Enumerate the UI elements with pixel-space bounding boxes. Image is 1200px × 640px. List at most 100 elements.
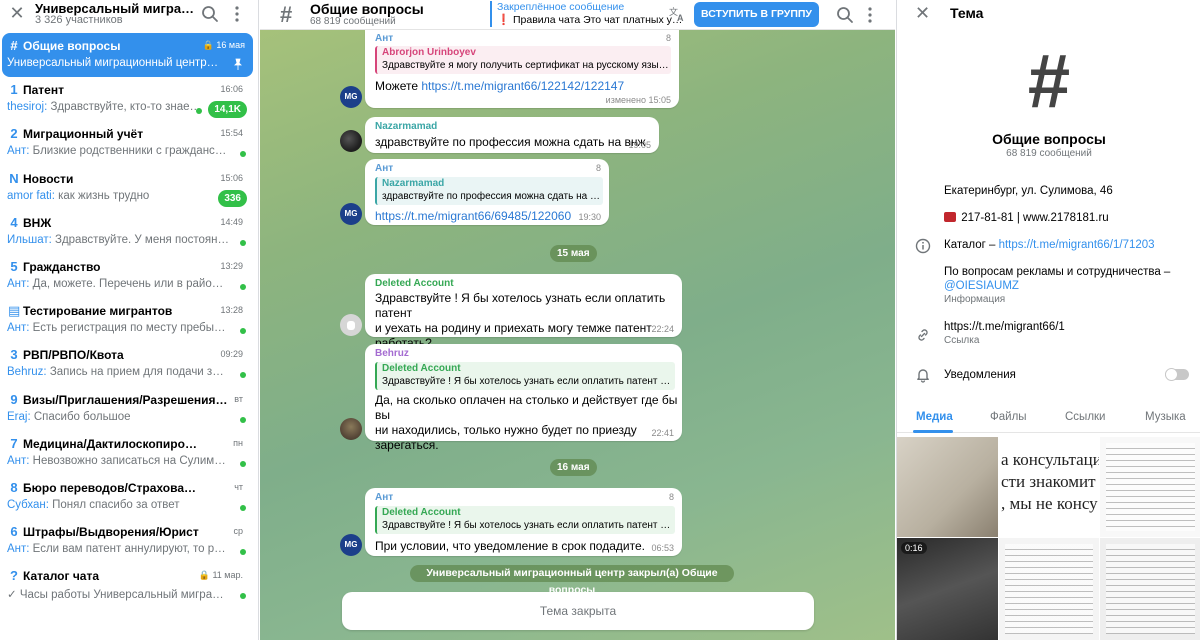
topic-name: Штрафы/Выдворения/Юрист — [23, 525, 199, 540]
document-preview — [1005, 544, 1093, 634]
topic-time: 09:29 — [220, 349, 243, 360]
catalog-link[interactable]: https://t.me/migrant66/1/71203 — [999, 239, 1155, 251]
topic-last-message: Ильшат: Здравствуйте. У меня постоянный… — [7, 234, 229, 246]
topics-sidebar: ✕ Универсальный миграционный центр 3 326… — [0, 0, 259, 640]
media-grid: а консультаци сти знакомит , мы не консу… — [897, 437, 1200, 640]
message-line: и уехать на родину и приехать могу темже… — [375, 321, 652, 335]
message-line: ни находились, только нужно будет по при… — [375, 423, 637, 452]
chat-area: # Общие вопросы 68 819 сообщений Закрепл… — [260, 0, 895, 640]
topic-last-message: amor fati: как жизнь трудно — [7, 190, 202, 202]
media-caption: а консультаци — [1001, 450, 1099, 469]
topic-last-text: Часы работы Универсальный миграцио… — [16, 589, 229, 602]
message-bubble[interactable]: Ант 8 Nazarmamad здравствуйте по професс… — [365, 159, 609, 225]
avatar[interactable]: MG — [340, 203, 362, 225]
search-icon[interactable] — [200, 4, 220, 24]
message-bubble[interactable]: Nazarmamad здравствуйте по профессия мож… — [365, 117, 659, 153]
tab-music[interactable]: Музыка — [1145, 411, 1186, 423]
unread-dot — [240, 239, 246, 246]
close-icon[interactable]: ✕ — [915, 4, 930, 22]
topic-item-patent[interactable]: 1 Патент 16:06 thesiroj: Здравствуйте, к… — [0, 77, 258, 121]
topic-last-text: Если вам патент аннулируют, то работ… — [29, 543, 229, 556]
info-icon — [915, 238, 931, 254]
topic-item-general[interactable]: # Общие вопросы 🔒 16 мая Универсальный м… — [2, 33, 253, 78]
topic-catalog: Каталог – https://t.me/migrant66/1/71203 — [944, 238, 1155, 252]
media-thumbnail[interactable] — [999, 538, 1099, 640]
message-sender[interactable]: Deleted Account — [375, 278, 454, 289]
topic-item-fines[interactable]: 6 Штрафы/Выдворения/Юрист ср Ант: Если в… — [0, 519, 258, 563]
topic-item-testing[interactable]: ▤ Тестирование мигрантов 13:28 Ант: Есть… — [0, 298, 258, 342]
topic-last-text: Да, можете. Перечень или в районном… — [29, 277, 229, 290]
topic-link[interactable]: https://t.me/migrant66/1 Ссылка — [944, 320, 1065, 348]
topic-name: Медицина/Дактилоскопирование — [23, 436, 203, 451]
chat-title[interactable]: Общие вопросы — [310, 1, 424, 17]
topic-name: РВП/РВПО/Квота — [23, 348, 124, 363]
media-thumbnail[interactable] — [897, 437, 998, 537]
topic-item-translations[interactable]: 8 Бюро переводов/Страхование чт Субхан: … — [0, 475, 258, 519]
topic-item-catalog[interactable]: ? Каталог чата 🔒 11 мар. ✓ Часы работы У… — [0, 563, 258, 607]
topic-item-visas[interactable]: 9 Визы/Приглашения/Разрешения на ра… вт … — [0, 387, 258, 431]
topic-closed-bar[interactable]: Тема закрыта — [342, 592, 814, 630]
topic-item-rvp[interactable]: 3 РВП/РВПО/Квота 09:29 Behruz: Запись на… — [0, 342, 258, 386]
reply-text: здравствуйте по профессия можна сдать на… — [382, 191, 603, 202]
more-vertical-icon[interactable] — [230, 4, 244, 24]
reply-quote[interactable]: Deleted Account Здравствуйте ! Я бы хоте… — [375, 362, 675, 390]
tab-media[interactable]: Медиа — [916, 411, 953, 423]
topic-info-panel: ✕ Тема # Общие вопросы 68 819 сообщений … — [896, 0, 1200, 640]
join-group-button[interactable]: ВСТУПИТЬ В ГРУППУ — [694, 2, 819, 27]
sidebar-header: ✕ Универсальный миграционный центр 3 326… — [0, 0, 258, 30]
svg-text:A: A — [677, 13, 684, 23]
tab-links[interactable]: Ссылки — [1065, 411, 1106, 423]
media-tabs: Медиа Файлы Ссылки Музыка — [897, 405, 1200, 433]
media-thumbnail[interactable]: а консультаци сти знакомит , мы не консу — [999, 437, 1099, 537]
message-sender[interactable]: Nazarmamad — [375, 121, 437, 132]
message-sender[interactable]: Ант — [375, 492, 393, 503]
avatar[interactable]: MG — [340, 86, 362, 108]
topic-number-icon: 9 — [10, 391, 18, 407]
unread-dot — [240, 372, 246, 379]
reply-quote[interactable]: Abrorjon Urinboyev Здравствуйте я могу п… — [375, 46, 671, 74]
topic-phone: 217-81-81 | www.2178181.ru — [944, 211, 1109, 225]
topic-item-residence-permit[interactable]: 4 ВНЖ 14:49 Ильшат: Здравствуйте. У меня… — [0, 210, 258, 254]
unread-dot — [240, 504, 246, 511]
reply-quote[interactable]: Nazarmamad здравствуйте по профессия мож… — [375, 177, 603, 205]
ads-link[interactable]: @OIESIAUMZ — [944, 280, 1019, 292]
tab-files[interactable]: Файлы — [990, 411, 1027, 423]
media-thumbnail[interactable] — [1100, 437, 1200, 537]
topic-item-medicine[interactable]: 7 Медицина/Дактилоскопирование пн Ант: Н… — [0, 431, 258, 475]
reply-text: Здравствуйте ! Я бы хотелось узнать если… — [382, 376, 675, 387]
message-link[interactable]: https://t.me/migrant66/122142/122147 — [421, 79, 624, 93]
search-icon[interactable] — [835, 5, 855, 25]
ads-text: По вопросам рекламы и сотрудничества – — [944, 266, 1171, 278]
message-bubble[interactable]: Ант 8 Deleted Account Здравствуйте ! Я б… — [365, 488, 682, 556]
reply-quote[interactable]: Deleted Account Здравствуйте ! Я бы хоте… — [375, 506, 675, 534]
deleted-account-avatar[interactable] — [340, 314, 362, 336]
topic-last-message: Универсальный миграционный центр зак… — [7, 57, 219, 69]
topic-number-icon: 7 — [10, 435, 18, 451]
message-link[interactable]: https://t.me/migrant66/69485/122060 — [375, 209, 571, 223]
topic-last-sender: Behruz: — [7, 366, 47, 379]
message-sender[interactable]: Ант — [375, 33, 393, 44]
pinned-message[interactable]: Закреплённое сообщение ❗ Правила чата Эт… — [490, 1, 690, 27]
message-bubble[interactable]: Deleted Account Здравствуйте ! Я бы хоте… — [365, 274, 682, 350]
more-vertical-icon[interactable] — [863, 5, 877, 25]
avatar[interactable] — [340, 130, 362, 152]
message-bubble[interactable]: Behruz Deleted Account Здравствуйте ! Я … — [365, 344, 682, 452]
avatar[interactable] — [340, 418, 362, 440]
topic-time: 13:29 — [220, 260, 243, 271]
notifications-toggle[interactable] — [1165, 368, 1189, 381]
topic-time: 15:06 — [220, 172, 243, 183]
close-icon[interactable]: ✕ — [8, 4, 26, 22]
topic-item-registration[interactable]: 2 Миграционный учёт 15:54 Ант: Близкие р… — [0, 121, 258, 165]
message-sender[interactable]: Behruz — [375, 348, 409, 359]
reply-text: Здравствуйте я могу получить сертификат … — [382, 60, 671, 71]
message-bubble[interactable]: Ант 8 Abrorjon Urinboyev Здравствуйте я … — [365, 30, 679, 108]
topic-item-news[interactable]: N Новости 15:06 amor fati: как жизнь тру… — [0, 166, 258, 210]
topic-item-citizenship[interactable]: 5 Гражданство 13:29 Ант: Да, можете. Пер… — [0, 254, 258, 298]
translate-icon[interactable]: 文A — [668, 5, 686, 23]
topic-number-icon: 6 — [10, 524, 18, 540]
avatar[interactable]: MG — [340, 534, 362, 556]
media-thumbnail[interactable] — [1100, 538, 1200, 640]
question-icon: ? — [10, 568, 18, 584]
media-video-thumbnail[interactable]: 0:16 — [897, 538, 998, 640]
message-sender[interactable]: Ант — [375, 163, 393, 174]
